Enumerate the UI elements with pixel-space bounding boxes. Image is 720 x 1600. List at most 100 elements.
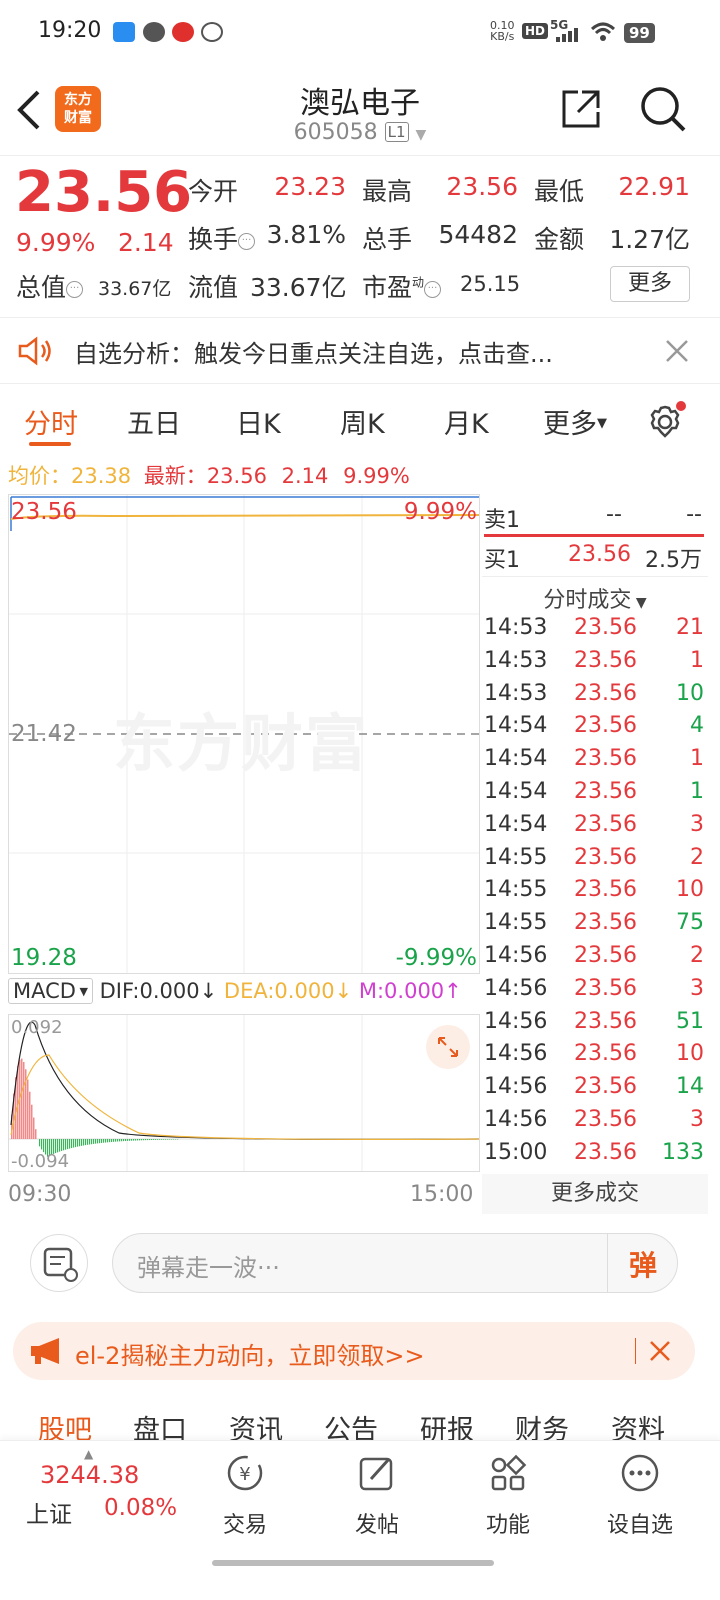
tab-five-day[interactable]: 五日 [127, 402, 181, 441]
intraday-chart[interactable]: 东方财富 23.56 9.99% 21.42 19.28 -9.99% [8, 494, 480, 974]
divider [635, 1338, 636, 1364]
danmu-input[interactable]: 弹幕走一波··· 弹 [112, 1233, 678, 1293]
trade-row: 14:55 23.56 2 [482, 845, 704, 878]
tab-monthly-k[interactable]: 月K [444, 402, 489, 441]
trade-row: 14:56 23.56 3 [482, 976, 704, 1009]
trade-time: 15:00 [484, 1139, 548, 1165]
tab-intraday[interactable]: 分时 [24, 402, 78, 441]
trade-price: 23.56 [574, 1074, 637, 1100]
trade-row: 14:56 23.56 10 [482, 1041, 704, 1074]
trade-volume: 51 [676, 1008, 704, 1034]
expand-chart-button[interactable] [426, 1025, 470, 1069]
info-icon[interactable]: ··· [238, 233, 256, 250]
mid-price-label: 21.42 [11, 721, 77, 747]
promo-text: el-2揭秘主力动向，立即领取>> [75, 1342, 425, 1370]
macd-bar-negative [121, 1139, 123, 1142]
buy1-row[interactable]: 买1 23.56 2.5万 [482, 542, 704, 574]
share-icon[interactable] [560, 88, 602, 130]
analysis-text: 自选分析：触发今日重点关注自选，点击查... [74, 340, 553, 368]
sell1-volume: -- [686, 502, 702, 527]
indicator-selector[interactable]: MACD ▼ [8, 978, 93, 1004]
trade-volume: 1 [690, 779, 704, 804]
trade-time: 14:56 [484, 1008, 548, 1034]
close-icon[interactable] [665, 339, 689, 363]
trade-price: 23.56 [574, 1139, 637, 1165]
tab-more[interactable]: 更多▼ [543, 402, 607, 441]
open-label: 今开 [188, 177, 239, 206]
stock-code-selector[interactable]: 605058 L1 ▼ [0, 120, 720, 145]
trade-price: 23.56 [574, 713, 637, 739]
trade-price: 23.56 [574, 1041, 637, 1067]
macd-bar-negative [123, 1139, 125, 1142]
macd-bottom-label: -0.094 [11, 1151, 70, 1172]
danmu-send-button[interactable]: 弹 [629, 1244, 657, 1284]
time-axis-start: 09:30 [8, 1182, 72, 1207]
trade-volume: 3 [690, 975, 704, 1001]
danmu-settings-button[interactable] [30, 1234, 88, 1292]
trade-volume: 1 [690, 647, 704, 673]
macd-bar-negative [81, 1139, 83, 1146]
video-app-icon [172, 22, 194, 42]
add-watchlist-button[interactable]: 设自选 [595, 1451, 685, 1539]
trade-price: 23.56 [574, 877, 637, 903]
pe-value: 25.15 [460, 272, 521, 296]
spread-divider [484, 534, 704, 537]
macd-bar-negative [113, 1139, 115, 1142]
features-button[interactable]: 功能 [463, 1451, 553, 1539]
sell1-row[interactable]: 卖1 -- -- [482, 502, 704, 534]
chart-period-tabs: 分时 五日 日K 周K 月K 更多▼ [0, 386, 720, 454]
trade-price: 23.56 [574, 1107, 637, 1132]
macd-bar-negative [91, 1139, 93, 1145]
trades-title[interactable]: 分时成交 ▼ [482, 582, 708, 614]
macd-bar-negative [131, 1139, 133, 1141]
trade-row: 15:00 23.56 133 [482, 1140, 704, 1173]
macd-bar-positive [23, 1062, 25, 1139]
home-indicator [212, 1560, 494, 1566]
battery-indicator: 99 [624, 23, 655, 43]
net-speed: 0.10 KB/s [490, 19, 515, 43]
down-arrow-icon: ↓ [334, 979, 353, 1003]
bottom-pct-label: -9.99% [395, 945, 477, 971]
macd-bar-negative [117, 1139, 119, 1142]
level2-promo-banner[interactable]: el-2揭秘主力动向，立即领取>> [13, 1322, 695, 1380]
macd-bar-negative [107, 1139, 109, 1143]
macd-bar-negative [175, 1139, 177, 1140]
index-ticker[interactable]: ▲ 3244.38 上证 0.08% [24, 1447, 194, 1531]
volume-label: 总手 [362, 225, 413, 254]
more-trades-button[interactable]: 更多成交 [482, 1174, 708, 1214]
search-icon[interactable] [638, 84, 688, 134]
trade-time: 14:53 [484, 647, 548, 673]
status-time: 19:20 [38, 18, 102, 43]
macd-bar-negative [65, 1139, 67, 1150]
more-quote-button[interactable]: 更多 [610, 266, 690, 302]
post-button[interactable]: 发帖 [332, 1451, 422, 1539]
intraday-summary: 均价：23.38 最新：23.56 2.14 9.99% [8, 460, 410, 490]
volume-value: 54482 [438, 220, 518, 249]
info-icon[interactable]: ··· [424, 281, 442, 298]
macd-bar-negative [97, 1139, 99, 1144]
macd-bar-negative [79, 1139, 81, 1147]
settings-gear-icon[interactable] [647, 400, 687, 440]
buy1-volume: 2.5万 [645, 548, 702, 573]
tab-daily-k[interactable]: 日K [236, 402, 281, 441]
macd-bar-negative [141, 1139, 143, 1141]
macd-chart[interactable]: 0.092 -0.094 [8, 1014, 480, 1172]
macd-bar-positive [29, 1091, 31, 1139]
trade-button[interactable]: ¥ 交易 [200, 1451, 290, 1539]
macd-bar-negative [77, 1139, 79, 1147]
float-value-label: 流值 [188, 273, 239, 302]
macd-bar-negative [99, 1139, 101, 1144]
close-icon[interactable] [649, 1340, 671, 1362]
trade-row: 14:55 23.56 75 [482, 910, 704, 943]
change-value: 2.14 [118, 228, 174, 257]
macd-bar-positive [21, 1058, 23, 1139]
watchlist-analysis-banner[interactable]: 自选分析：触发今日重点关注自选，点击查... [0, 318, 720, 384]
tab-weekly-k[interactable]: 周K [340, 402, 385, 441]
macd-bar-negative [83, 1139, 85, 1146]
trade-price: 23.56 [574, 811, 637, 837]
trade-price: 23.56 [574, 975, 637, 1001]
trade-time: 14:56 [484, 1041, 548, 1067]
info-icon[interactable]: ··· [66, 281, 84, 298]
macd-bar-negative [39, 1139, 41, 1147]
current-price: 23.56 [15, 160, 193, 225]
